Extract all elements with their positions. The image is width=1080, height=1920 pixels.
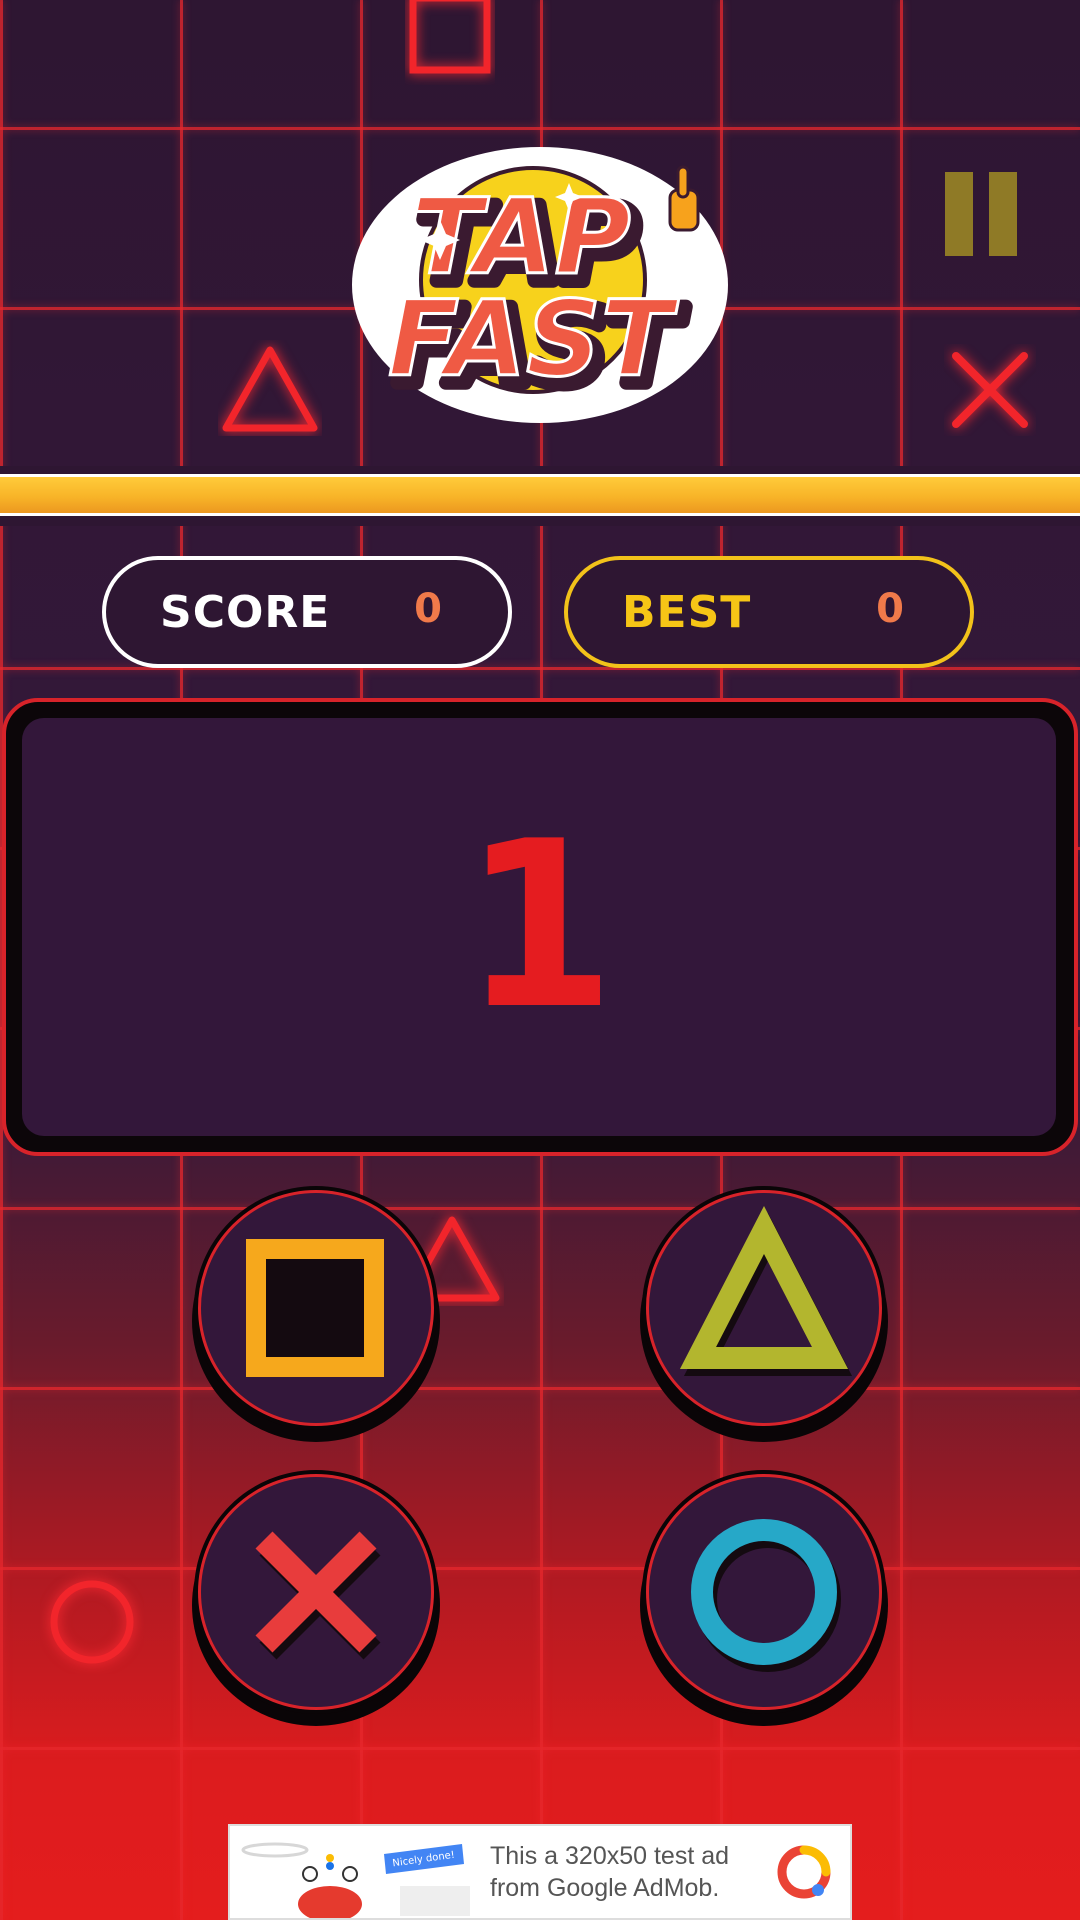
cross-icon	[255, 1531, 381, 1660]
ad-banner[interactable]: Nicely done! This a 320x50 test ad from …	[228, 1824, 852, 1920]
triangle-icon	[679, 1205, 853, 1376]
ad-text: This a 320x50 test ad from Google AdMob.	[490, 1840, 750, 1904]
pointing-hand-icon	[668, 165, 700, 232]
score-value: 0	[414, 586, 442, 632]
square-icon	[246, 1239, 384, 1377]
score-label: SCORE	[160, 586, 331, 638]
tap-fast-logo: TAP TAP FAST FAST	[345, 145, 735, 435]
current-number: 1	[462, 793, 616, 1060]
circle-button[interactable]	[640, 1474, 888, 1726]
logo-text-fast-face: FAST	[388, 278, 679, 400]
neon-triangle-icon	[222, 346, 318, 432]
ad-illustration: Nicely done!	[230, 1826, 490, 1918]
best-pill: BEST 0	[564, 556, 974, 668]
display-panel: 1	[22, 718, 1056, 1136]
best-value: 0	[876, 586, 904, 632]
ad-line1: This a 320x50 test ad	[490, 1842, 730, 1870]
ad-line2: from Google AdMob.	[490, 1874, 720, 1902]
admob-logo-icon	[777, 1845, 831, 1899]
triangle-button[interactable]	[640, 1190, 888, 1442]
square-button[interactable]	[192, 1190, 440, 1442]
neon-circle-icon	[50, 1580, 134, 1664]
pause-icon	[945, 172, 973, 256]
score-pill: SCORE 0	[102, 556, 512, 668]
pause-button[interactable]	[945, 172, 1017, 256]
circle-icon	[691, 1519, 841, 1672]
cross-button[interactable]	[192, 1474, 440, 1726]
neon-square-icon	[409, 0, 491, 74]
timer-bar	[0, 474, 1080, 516]
neon-cross-icon	[952, 352, 1028, 428]
best-label: BEST	[622, 586, 752, 638]
